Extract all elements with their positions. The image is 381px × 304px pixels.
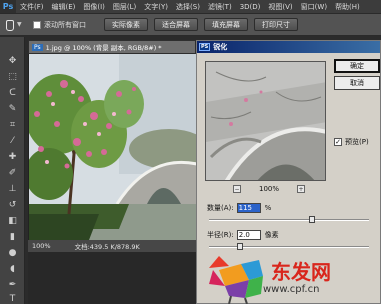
zoom-in-button[interactable]: + bbox=[296, 185, 305, 193]
blur-tool-icon[interactable]: ● bbox=[6, 247, 19, 258]
actual-pixels-button[interactable]: 实际像素 bbox=[104, 18, 148, 31]
canvas-photo bbox=[29, 54, 196, 240]
menu-select[interactable]: 选择(S) bbox=[172, 2, 204, 12]
radius-unit: 像素 bbox=[264, 231, 279, 239]
move-tool-icon[interactable]: ✥ bbox=[6, 55, 19, 66]
menu-help[interactable]: 帮助(H) bbox=[331, 2, 364, 12]
workspace-background bbox=[28, 252, 196, 304]
fill-screen-button[interactable]: 填充屏幕 bbox=[204, 18, 248, 31]
chevron-down-icon[interactable]: ▼ bbox=[17, 21, 25, 28]
eraser-tool-icon[interactable]: ◧ bbox=[6, 215, 19, 226]
document-canvas[interactable] bbox=[28, 54, 196, 240]
preview-image bbox=[206, 62, 325, 180]
crop-tool-icon[interactable]: ⌗ bbox=[6, 119, 19, 130]
amount-slider[interactable] bbox=[209, 216, 369, 223]
menu-image[interactable]: 图像(I) bbox=[79, 2, 109, 12]
radius-slider-thumb[interactable] bbox=[237, 243, 243, 250]
ok-button[interactable]: 确定 bbox=[334, 59, 380, 73]
pen-tool-icon[interactable]: ✒ bbox=[6, 279, 19, 290]
healing-brush-tool-icon[interactable]: ✚ bbox=[6, 151, 19, 162]
gradient-tool-icon[interactable]: ▮ bbox=[6, 231, 19, 242]
quick-select-tool-icon[interactable]: ✎ bbox=[6, 103, 19, 114]
status-bar: 100% 文档:439.5 K/878.9K bbox=[28, 240, 196, 252]
hand-tool-icon[interactable] bbox=[3, 19, 15, 31]
amount-unit: % bbox=[264, 204, 272, 212]
document-tab[interactable]: Ps 1.jpg @ 100% (背景 副本, RGB/8#) * bbox=[28, 40, 196, 54]
fit-screen-button[interactable]: 适合屏幕 bbox=[154, 18, 198, 31]
menu-type[interactable]: 文字(Y) bbox=[140, 2, 172, 12]
cancel-button[interactable]: 取消 bbox=[334, 76, 380, 90]
lasso-tool-icon[interactable]: ᑕ bbox=[6, 87, 19, 98]
clone-stamp-tool-icon[interactable]: ⊥ bbox=[6, 183, 19, 194]
dialog-title: 锐化 bbox=[213, 43, 228, 51]
menu-window[interactable]: 窗口(W) bbox=[297, 2, 331, 12]
menu-3d[interactable]: 3D(D) bbox=[236, 3, 265, 11]
ps-document-icon: Ps bbox=[32, 43, 43, 51]
photoshop-logo: Ps bbox=[0, 0, 16, 13]
site-watermark: 东发网 www.cpf.cn bbox=[205, 250, 381, 304]
preview-zoom-controls: − 100% + bbox=[233, 184, 305, 194]
menu-bar: Ps 文件(F) 编辑(E) 图像(I) 图层(L) 文字(Y) 选择(S) 滤… bbox=[0, 0, 381, 13]
dodge-tool-icon[interactable]: ◖ bbox=[6, 263, 19, 274]
history-brush-tool-icon[interactable]: ↺ bbox=[6, 199, 19, 210]
amount-input[interactable]: 115 bbox=[236, 203, 261, 213]
dialog-title-bar[interactable]: PS 锐化 bbox=[197, 41, 380, 53]
marquee-tool-icon[interactable]: ⬚ bbox=[6, 71, 19, 82]
menu-edit[interactable]: 编辑(E) bbox=[48, 2, 80, 12]
bull-logo-icon bbox=[209, 256, 263, 304]
amount-label: 数量(A): bbox=[207, 204, 234, 212]
watermark-text: 东发网 bbox=[271, 260, 331, 284]
amount-row: 数量(A): 115 % bbox=[207, 203, 271, 213]
menu-filter[interactable]: 滤镜(T) bbox=[204, 2, 236, 12]
scroll-all-windows-label: 滚动所有窗口 bbox=[44, 20, 86, 29]
type-tool-icon[interactable]: T bbox=[6, 293, 19, 304]
tools-panel: ✥ ⬚ ᑕ ✎ ⌗ ⁄ ✚ ✐ ⊥ ↺ ◧ ▮ ● ◖ ✒ T bbox=[0, 37, 25, 304]
amount-slider-thumb[interactable] bbox=[309, 216, 315, 223]
scroll-all-windows-checkbox[interactable] bbox=[33, 20, 41, 29]
preview-checkbox[interactable]: ✓ bbox=[334, 138, 342, 146]
menu-view[interactable]: 视图(V) bbox=[264, 2, 296, 12]
radius-label: 半径(R): bbox=[207, 231, 234, 239]
watermark-url: www.cpf.cn bbox=[263, 284, 320, 295]
document-info: 文档:439.5 K/878.9K bbox=[74, 243, 140, 251]
ps-app-icon: PS bbox=[199, 43, 211, 51]
filter-preview[interactable] bbox=[205, 61, 326, 181]
zoom-level[interactable]: 100% bbox=[32, 242, 51, 250]
radius-input[interactable]: 2.0 bbox=[236, 230, 261, 240]
print-size-button[interactable]: 打印尺寸 bbox=[254, 18, 298, 31]
preview-zoom-value: 100% bbox=[258, 185, 279, 193]
brush-tool-icon[interactable]: ✐ bbox=[6, 167, 19, 178]
eyedropper-tool-icon[interactable]: ⁄ bbox=[6, 135, 19, 146]
zoom-out-button[interactable]: − bbox=[233, 185, 241, 193]
options-bar: ▼ 滚动所有窗口 实际像素 适合屏幕 填充屏幕 打印尺寸 bbox=[0, 13, 381, 36]
document-title: 1.jpg @ 100% (背景 副本, RGB/8#) * bbox=[45, 44, 162, 52]
menu-layer[interactable]: 图层(L) bbox=[109, 2, 140, 12]
menu-file[interactable]: 文件(F) bbox=[16, 2, 48, 12]
radius-slider[interactable] bbox=[209, 243, 369, 250]
radius-row: 半径(R): 2.0 像素 bbox=[207, 230, 279, 240]
preview-checkbox-row[interactable]: ✓ 预览(P) bbox=[334, 137, 369, 147]
preview-label: 预览(P) bbox=[345, 138, 369, 146]
